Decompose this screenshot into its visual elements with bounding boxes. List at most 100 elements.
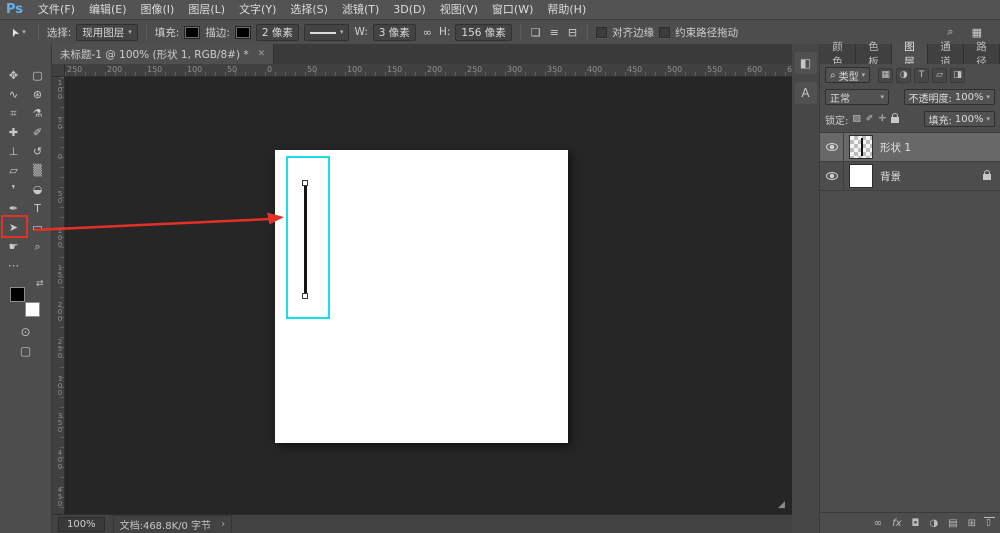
lock-position-icon[interactable]: ✛ — [878, 114, 886, 124]
pen-tool[interactable]: ✒ — [2, 199, 26, 218]
new-layer-icon[interactable]: ⊞ — [968, 518, 976, 529]
add-layer-mask-icon[interactable]: ◘ — [912, 518, 920, 529]
foreground-color-swatch[interactable] — [10, 287, 25, 302]
dodge-tool[interactable]: ◒ — [26, 180, 50, 199]
zoom-tool[interactable]: ⌕ — [26, 237, 50, 256]
document-info-field[interactable]: 文档:468.8K/0 字节 › — [113, 515, 232, 533]
menu-item[interactable]: 窗口(W) — [485, 0, 540, 20]
lasso-tool[interactable]: ∿ — [2, 85, 26, 104]
document-workspace[interactable]: 2502001501005005010015020025030035040045… — [52, 64, 792, 514]
stroke-type-dropdown[interactable]: ▾ — [304, 24, 350, 41]
filter-adjustment-layers-icon[interactable]: ◑ — [896, 68, 911, 83]
lock-pixels-icon[interactable]: ✐ — [866, 114, 874, 124]
status-expand-icon[interactable]: › — [221, 519, 225, 530]
collapsed-adjustments-panel-icon[interactable]: ◧ — [795, 52, 817, 74]
layer-style-icon[interactable]: fx — [892, 518, 901, 529]
panel-tab[interactable]: 颜色 — [820, 44, 856, 64]
path-arrangement-icon[interactable]: ⊟ — [566, 26, 579, 39]
layer-thumbnail[interactable] — [849, 135, 873, 159]
panel-tab[interactable]: 通道 — [928, 44, 964, 64]
collapsed-character-panel-icon[interactable]: A — [795, 82, 817, 104]
stroke-width-field[interactable]: 2 像素 — [256, 24, 299, 41]
quick-mask-icon[interactable]: ⊙ — [20, 325, 30, 339]
menu-item[interactable]: 文字(Y) — [232, 0, 283, 20]
swap-colors-icon[interactable]: ⇄ — [36, 279, 44, 289]
visibility-cell[interactable] — [820, 162, 844, 190]
menu-item[interactable]: 文件(F) — [31, 0, 82, 20]
workspace-switcher-icon[interactable]: ▦ — [970, 26, 984, 39]
background-color-swatch[interactable] — [25, 302, 40, 317]
filter-type-layers-icon[interactable]: T — [914, 68, 929, 83]
menu-item[interactable]: 帮助(H) — [540, 0, 593, 20]
lock-all-icon[interactable] — [891, 112, 899, 126]
eyedropper-tool[interactable]: ⚗ — [26, 104, 50, 123]
align-edges-checkbox[interactable] — [596, 27, 607, 38]
zoom-level-field[interactable]: 100% — [58, 517, 105, 532]
ruler-number: 50 — [305, 64, 345, 76]
filter-smart-objects-icon[interactable]: ◨ — [950, 68, 965, 83]
layer-row-shape-1[interactable]: 形状 1 — [820, 133, 1000, 162]
menu-bar: Ps 文件(F)编辑(E)图像(I)图层(L)文字(Y)选择(S)滤镜(T)3D… — [0, 0, 1000, 20]
ruler-origin-corner[interactable] — [52, 64, 65, 77]
menu-item[interactable]: 3D(D) — [386, 0, 433, 20]
more-tools[interactable]: ⋯ — [2, 256, 26, 275]
layer-row-background[interactable]: 背景 — [820, 162, 1000, 191]
layer-thumbnail[interactable] — [849, 164, 873, 188]
clone-stamp-tool[interactable]: ⊥ — [2, 142, 26, 161]
blur-tool[interactable]: ❜ — [2, 180, 26, 199]
link-layers-icon[interactable]: ∞ — [874, 518, 882, 529]
eraser-tool[interactable]: ▱ — [2, 161, 26, 180]
quick-selection-tool[interactable]: ⊛ — [26, 85, 50, 104]
opacity-dropdown[interactable]: 不透明度: 100% ▾ — [904, 89, 995, 105]
stroke-color-swatch[interactable] — [235, 26, 251, 39]
fill-color-swatch[interactable] — [184, 26, 200, 39]
visibility-cell[interactable] — [820, 133, 844, 161]
path-alignment-icon[interactable]: ≡ — [548, 26, 561, 39]
constrain-path-drag-checkbox[interactable] — [659, 27, 670, 38]
panel-tab[interactable]: 路径 — [964, 44, 1000, 64]
menu-item[interactable]: 图层(L) — [181, 0, 232, 20]
fill-opacity-dropdown[interactable]: 填充: 100% ▾ — [924, 111, 995, 127]
blend-mode-dropdown[interactable]: 正常 ▾ — [825, 89, 889, 105]
menu-item[interactable]: 图像(I) — [134, 0, 182, 20]
lock-label: 锁定: — [825, 112, 848, 127]
screen-mode-icon[interactable]: ▢ — [20, 344, 31, 358]
menu-item[interactable]: 滤镜(T) — [335, 0, 386, 20]
resize-grip-icon[interactable]: ◢ — [778, 500, 788, 510]
menu-item[interactable]: 编辑(E) — [82, 0, 134, 20]
path-operations-icon[interactable]: ❏ — [529, 26, 543, 39]
path-selection-tool[interactable]: ➤ — [2, 218, 26, 237]
select-mode-dropdown[interactable]: 现用图层 ▾ — [76, 24, 138, 41]
tool-preset-picker[interactable]: ➤ ▾ — [6, 23, 30, 42]
new-adjustment-layer-icon[interactable]: ◑ — [929, 518, 938, 529]
close-tab-icon[interactable]: ✕ — [258, 49, 266, 59]
filter-shape-layers-icon[interactable]: ▱ — [932, 68, 947, 83]
layer-filter-dropdown[interactable]: ⌕ 类型 ▾ — [825, 67, 870, 83]
crop-tool[interactable]: ⌗ — [2, 104, 26, 123]
shape-width-field[interactable]: 3 像素 — [373, 24, 416, 41]
type-tool[interactable]: T — [26, 199, 50, 218]
lock-transparency-icon[interactable]: ▨ — [852, 114, 861, 124]
shape-height-field[interactable]: 156 像素 — [455, 24, 511, 41]
link-dimensions-icon[interactable]: ∞ — [421, 26, 434, 39]
healing-brush-tool[interactable]: ✚ — [2, 123, 26, 142]
document-tab[interactable]: 未标题-1 @ 100% (形状 1, RGB/8#) * ✕ — [52, 44, 274, 64]
canvas[interactable] — [275, 150, 568, 443]
gradient-tool[interactable]: ▒ — [26, 161, 50, 180]
menu-item[interactable]: 选择(S) — [283, 0, 335, 20]
filter-pixel-layers-icon[interactable]: ▦ — [878, 68, 893, 83]
hand-tool[interactable]: ☛ — [2, 237, 26, 256]
search-icon[interactable]: ⌕ — [945, 25, 955, 39]
delete-layer-icon[interactable]: ▯ — [986, 519, 991, 528]
layer-name[interactable]: 形状 1 — [880, 140, 911, 155]
brush-tool[interactable]: ✐ — [26, 123, 50, 142]
history-brush-tool[interactable]: ↺ — [26, 142, 50, 161]
layer-name[interactable]: 背景 — [880, 169, 901, 184]
marquee-tool[interactable]: ▢ — [26, 66, 50, 85]
panel-tab[interactable]: 图层 — [892, 44, 928, 64]
shape-tool[interactable]: ▭ — [26, 218, 50, 237]
panel-tab[interactable]: 色板 — [856, 44, 892, 64]
menu-item[interactable]: 视图(V) — [433, 0, 485, 20]
new-group-icon[interactable]: ▤ — [948, 518, 957, 529]
move-tool[interactable]: ✥ — [2, 66, 26, 85]
